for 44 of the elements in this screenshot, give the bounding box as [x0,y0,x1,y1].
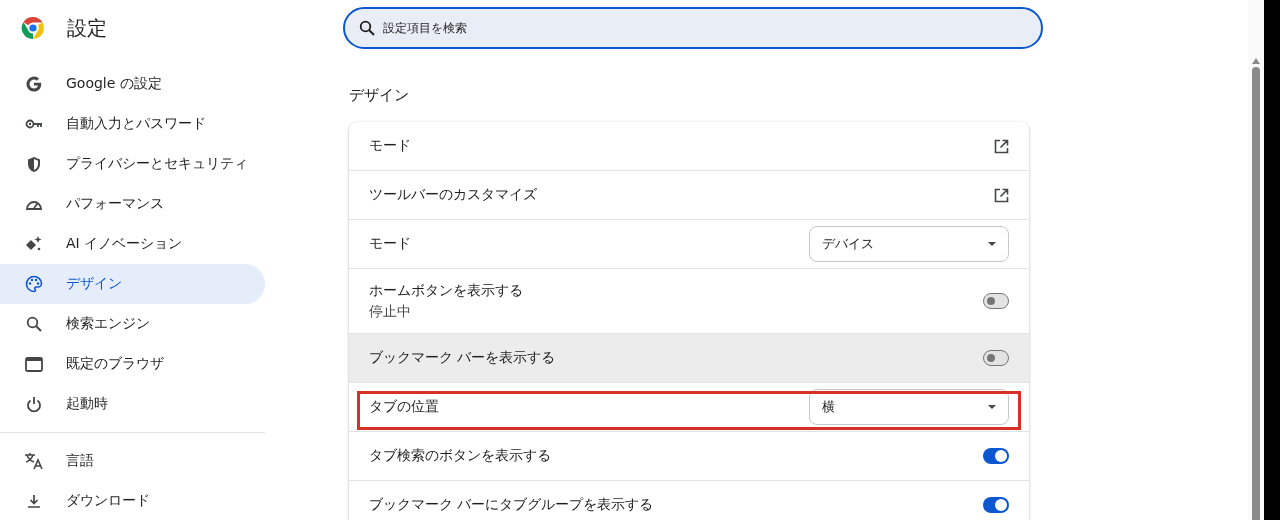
setting-label: モード [369,137,412,155]
translate-icon [24,452,44,470]
key-icon [25,118,43,130]
sidebar-item[interactable]: 言語 [0,441,265,481]
setting-sublabel: 停止中 [369,302,412,321]
search-icon [359,20,375,36]
browser-logo-icon [21,16,45,40]
dropdown[interactable]: デバイス [809,226,1009,262]
setting-label: ホームボタンを表示する [369,281,524,300]
sidebar-item[interactable]: パフォーマンス [0,184,265,224]
open-in-new-icon[interactable] [994,138,1009,154]
sidebar-item[interactable]: Google の設定 [0,64,265,104]
section-title: デザイン [349,86,410,105]
sidebar-item[interactable]: プライバシーとセキュリティ [0,144,265,184]
open-in-new-icon[interactable] [994,187,1009,203]
browser-window-icon [25,356,43,372]
search-icon [26,316,42,332]
sidebar-item[interactable]: 起動時 [0,384,265,424]
scroll-up-arrow-icon[interactable] [1252,58,1260,64]
sidebar-item[interactable]: 自動入力とパスワード [0,104,265,144]
setting-label: ツールバーのカスタマイズ [369,186,538,204]
sparkle-icon [25,235,43,253]
toggle-switch[interactable] [983,293,1009,309]
toggle-switch[interactable] [983,497,1009,513]
toggle-switch[interactable] [983,350,1009,366]
setting-label: タブ検索のボタンを表示する [369,447,552,465]
setting-label: ブックマーク バーを表示する [369,349,557,367]
page-title: 設定 [67,14,107,42]
search-field[interactable]: 設定項目を検索 [343,7,1043,49]
download-icon [26,493,42,509]
setting-label: ブックマーク バーにタブグループを表示する [369,496,655,514]
shield-icon [27,155,41,173]
palette-icon [25,275,43,293]
scrollbar[interactable] [1248,0,1264,520]
sidebar-item[interactable]: 検索エンジン [0,304,265,344]
power-icon [26,395,42,413]
toggle-switch[interactable] [983,448,1009,464]
sidebar-item[interactable]: デザイン [0,264,265,304]
sidebar-item[interactable]: 既定のブラウザ [0,344,265,384]
sidebar-item[interactable]: AI イノベーション [0,224,265,264]
google-g-icon [25,75,43,93]
sidebar-item[interactable]: ダウンロード [0,481,265,520]
setting-label: タブの位置 [369,398,440,416]
setting-label: モード [369,235,412,253]
